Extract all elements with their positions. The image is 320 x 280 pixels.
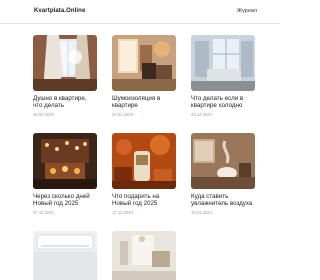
articles-grid: Душно в квартире, что делать 16.02.2025 … — [33, 35, 255, 280]
article-date: 17.12.2024 — [112, 209, 133, 215]
article-card[interactable]: Что делать если в квартире холодно 23.12… — [191, 35, 255, 123]
article-title[interactable]: Куда ставить увлажнитель воздуха — [191, 193, 255, 208]
bright-room-photo[interactable] — [112, 231, 176, 280]
article-card[interactable]: Душно в квартире, что делать 16.02.2025 — [33, 35, 97, 123]
site-header: Kvartplata.Online Журнал — [0, 0, 280, 24]
nav-link-journal[interactable]: Журнал — [237, 8, 257, 14]
air-conditioner-photo[interactable] — [33, 231, 97, 280]
gift-candle-photo[interactable] — [112, 133, 176, 189]
site-logo[interactable]: Kvartplata.Online — [34, 8, 85, 14]
article-title[interactable]: Что делать если в квартире холодно — [191, 95, 255, 110]
cold-room-photo[interactable] — [191, 35, 255, 91]
living-room-photo[interactable] — [112, 35, 176, 91]
article-card[interactable] — [33, 231, 97, 280]
new-year-room-photo[interactable] — [33, 133, 97, 189]
article-date: 16.02.2025 — [33, 111, 54, 117]
article-card[interactable] — [112, 231, 176, 280]
article-title[interactable]: Через сколько дней Новый год 2025 — [33, 193, 97, 208]
article-title[interactable]: Шумоизоляция в квартире — [112, 95, 176, 110]
article-date: 27.11.2024 — [33, 209, 54, 215]
article-title[interactable]: Душно в квартире, что делать — [33, 95, 97, 110]
article-card[interactable]: Что подарить на Новый год 2025 17.12.202… — [112, 133, 176, 221]
article-card[interactable]: Куда ставить увлажнитель воздуха 10.01.2… — [191, 133, 255, 221]
article-card[interactable]: Через сколько дней Новый год 2025 27.11.… — [33, 133, 97, 221]
article-date: 10.01.2024 — [191, 209, 212, 215]
article-title[interactable]: Что подарить на Новый год 2025 — [112, 193, 176, 208]
article-card[interactable]: Шумоизоляция в квартире 24.01.2025 — [112, 35, 176, 123]
window-curtains-photo[interactable] — [33, 35, 97, 91]
article-date: 24.01.2025 — [112, 111, 133, 117]
humidifier-photo[interactable] — [191, 133, 255, 189]
article-date: 23.12.2024 — [191, 111, 212, 117]
